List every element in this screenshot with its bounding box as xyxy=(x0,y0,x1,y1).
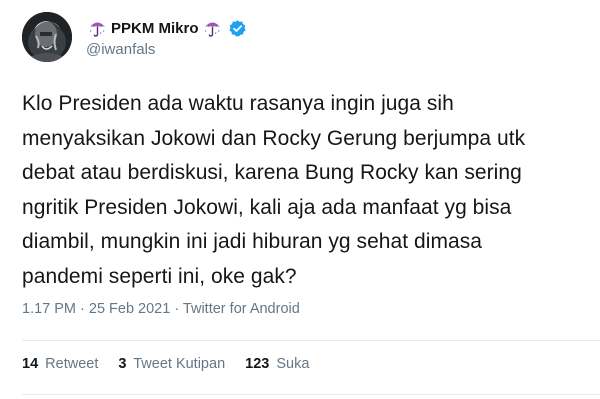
verified-badge-icon xyxy=(228,19,246,37)
display-name[interactable]: PPKM Mikro xyxy=(111,20,199,37)
retweet-count-number: 14 xyxy=(22,356,39,372)
quote-tweet-count[interactable]: 3 Tweet Kutipan xyxy=(118,356,225,372)
quote-tweet-count-number: 3 xyxy=(118,356,127,372)
retweet-count-label: Retweet xyxy=(45,356,99,372)
divider xyxy=(22,340,600,341)
like-count-number: 123 xyxy=(245,356,270,372)
user-handle[interactable]: @iwanfals xyxy=(86,41,247,58)
avatar[interactable] xyxy=(22,12,72,62)
tweet-card: PPKM Mikro @iwanfals Klo Presiden ada wa… xyxy=(0,0,600,399)
tweet-timestamp[interactable]: 1.17 PM · 25 Feb 2021 · Twitter for Andr… xyxy=(22,301,300,317)
tweet-text: Klo Presiden ada waktu rasanya ingin jug… xyxy=(22,92,526,288)
umbrella-with-rain-icon xyxy=(89,22,105,37)
quote-tweet-count-label: Tweet Kutipan xyxy=(133,356,226,372)
umbrella-with-rain-icon xyxy=(204,22,220,37)
divider xyxy=(22,394,600,395)
retweet-count[interactable]: 14 Retweet xyxy=(22,356,98,372)
tweet-header: PPKM Mikro @iwanfals xyxy=(86,17,247,58)
avatar-image xyxy=(22,12,72,62)
like-count[interactable]: 123 Suka xyxy=(245,356,309,372)
tweet-stats: 14 Retweet 3 Tweet Kutipan 123 Suka xyxy=(22,356,329,372)
display-name-row[interactable]: PPKM Mikro xyxy=(86,17,247,39)
like-count-label: Suka xyxy=(276,356,310,372)
